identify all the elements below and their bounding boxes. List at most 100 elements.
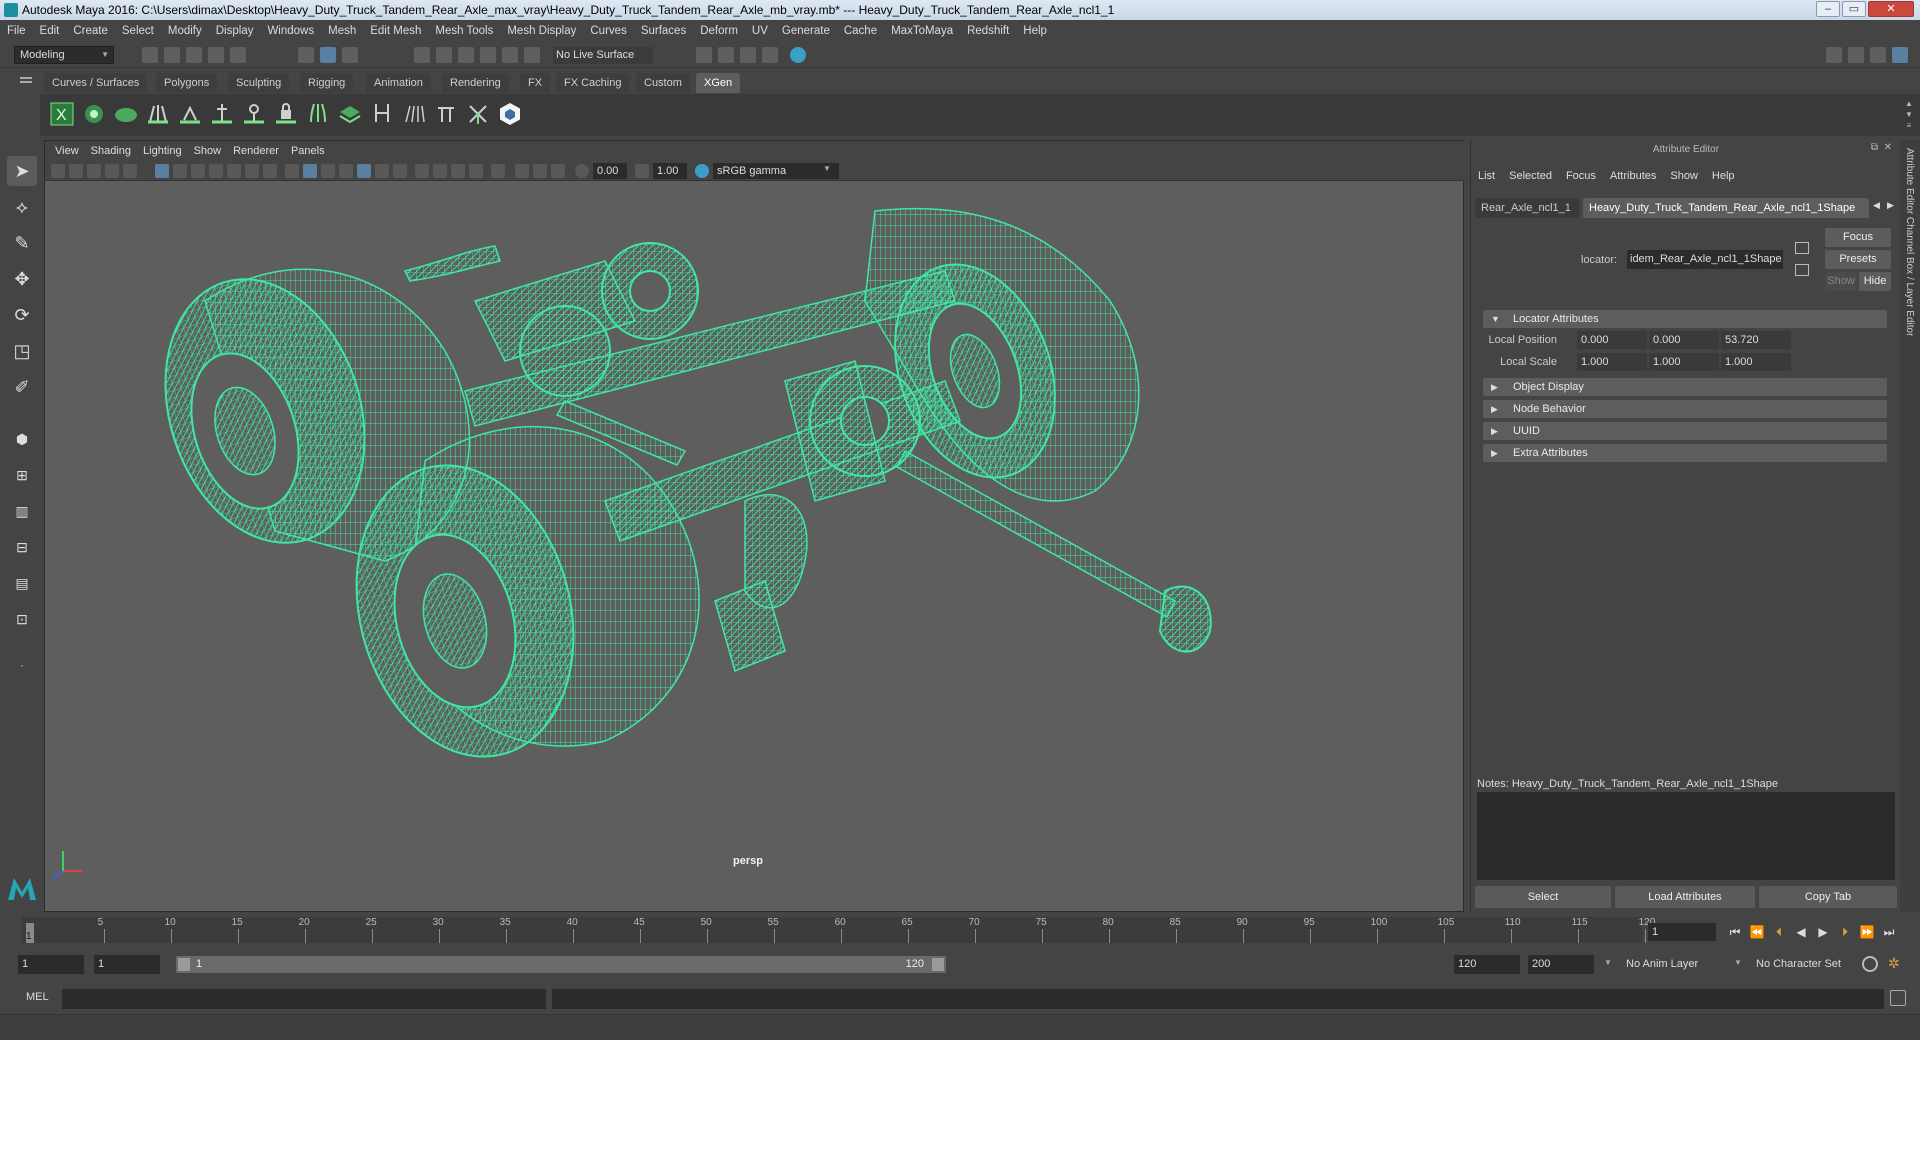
step-forward-frame-icon[interactable]: ⏵ — [1836, 923, 1854, 941]
xray-active-components-icon[interactable] — [551, 164, 565, 178]
input-connection-icon[interactable] — [1795, 242, 1809, 254]
channel-box-toggle-icon[interactable] — [1892, 47, 1908, 63]
tab-scroll-right-icon[interactable]: ▶ — [1887, 200, 1894, 211]
output-connection-icon[interactable] — [1795, 264, 1809, 276]
wireframe-on-shaded-icon[interactable] — [339, 164, 353, 178]
hide-button[interactable]: Hide — [1859, 272, 1891, 291]
section-object-display[interactable]: ▶ Object Display — [1483, 378, 1887, 396]
tab-fx-caching[interactable]: FX Caching — [556, 73, 630, 93]
hypershade-icon[interactable] — [790, 47, 806, 63]
gamma-field[interactable]: 1.00 — [653, 163, 687, 179]
menu-mesh-display[interactable]: Mesh Display — [507, 25, 576, 37]
last-tool-icon[interactable]: ✐ — [7, 372, 37, 402]
field-chart-icon[interactable] — [227, 164, 241, 178]
snap-surface-icon[interactable] — [502, 47, 518, 63]
paint-select-tool-icon[interactable]: ✎ — [7, 228, 37, 258]
shelf-scroll-icon[interactable]: ▲ ▼ ≡ — [1904, 98, 1914, 132]
local-scale-z[interactable]: 1.000 — [1721, 353, 1791, 371]
section-node-behavior[interactable]: ▶ Node Behavior — [1483, 400, 1887, 418]
menu-maxtomaya[interactable]: MaxToMaya — [891, 25, 953, 37]
menu-windows[interactable]: Windows — [267, 25, 314, 37]
current-frame-field[interactable]: 1 — [1648, 923, 1716, 941]
menu-mesh-tools[interactable]: Mesh Tools — [435, 25, 493, 37]
attribute-editor-toggle-icon[interactable] — [1848, 47, 1864, 63]
exposure-icon[interactable] — [575, 164, 589, 178]
select-object-icon[interactable] — [320, 47, 336, 63]
section-locator-attributes[interactable]: ▼ Locator Attributes — [1483, 310, 1887, 328]
save-scene-icon[interactable] — [186, 47, 202, 63]
mel-label[interactable]: MEL — [26, 991, 49, 1003]
ae-menu-help[interactable]: Help — [1712, 170, 1735, 182]
redo-icon[interactable] — [230, 47, 246, 63]
command-input[interactable] — [62, 989, 546, 1009]
motion-blur-icon[interactable] — [433, 164, 447, 178]
render-view-icon[interactable] — [696, 47, 712, 63]
ae-menu-attributes[interactable]: Attributes — [1610, 170, 1656, 182]
chevron-down-icon[interactable]: ▼ — [1604, 958, 1612, 967]
menu-help[interactable]: Help — [1023, 25, 1047, 37]
image-plane-icon[interactable] — [105, 164, 119, 178]
safe-title-icon[interactable] — [263, 164, 277, 178]
locator-name-field[interactable]: idem_Rear_Axle_ncl1_1Shape — [1627, 250, 1783, 269]
lock-guides-icon[interactable] — [272, 100, 300, 128]
notes-textarea[interactable] — [1477, 792, 1895, 880]
wireframe-icon[interactable] — [285, 164, 299, 178]
go-to-end-icon[interactable]: ⏭ — [1880, 923, 1898, 941]
load-attributes-button[interactable]: Load Attributes — [1615, 886, 1755, 908]
gate-mask-icon[interactable] — [209, 164, 223, 178]
cut-guides-icon[interactable] — [432, 100, 460, 128]
tab-sculpting[interactable]: Sculpting — [228, 73, 290, 93]
menu-select[interactable]: Select — [122, 25, 154, 37]
create-description-icon[interactable] — [80, 100, 108, 128]
exposure-field[interactable]: 0.00 — [593, 163, 627, 179]
tab-rendering[interactable]: Rendering — [442, 73, 509, 93]
anti-aliasing-icon[interactable] — [451, 164, 465, 178]
rotate-tool-icon[interactable]: ⟳ — [7, 300, 37, 330]
local-position-y[interactable]: 0.000 — [1649, 331, 1719, 349]
persp-graph-layout-icon[interactable]: ⊟ — [7, 532, 37, 562]
select-hierarchy-icon[interactable] — [298, 47, 314, 63]
anim-layer-dropdown[interactable]: No Anim Layer — [1622, 955, 1734, 974]
side-tab-strip[interactable]: Attribute Editor Channel Box / Layer Edi… — [1900, 140, 1920, 912]
close-panel-icon[interactable]: ✕ — [1884, 142, 1892, 153]
menu-file[interactable]: File — [7, 25, 26, 37]
chevron-down-icon[interactable]: ▼ — [823, 164, 831, 173]
xray-icon[interactable] — [515, 164, 529, 178]
section-extra-attributes[interactable]: ▶ Extra Attributes — [1483, 444, 1887, 462]
menu-display[interactable]: Display — [216, 25, 254, 37]
show-button[interactable]: Show — [1825, 272, 1857, 291]
snap-live-icon[interactable] — [524, 47, 540, 63]
convert-guides-icon[interactable] — [368, 100, 396, 128]
character-set-dropdown[interactable]: No Character Set — [1752, 955, 1864, 974]
chevron-down-icon[interactable]: ▼ — [1734, 958, 1742, 967]
tab-custom[interactable]: Custom — [636, 73, 690, 93]
groom-brush-icon[interactable] — [400, 100, 428, 128]
play-forward-icon[interactable]: ▶ — [1814, 923, 1832, 941]
tab-rigging[interactable]: Rigging — [300, 73, 354, 93]
local-position-x[interactable]: 0.000 — [1577, 331, 1647, 349]
modeling-toolkit-icon[interactable] — [1826, 47, 1842, 63]
side-tab-labels[interactable]: Attribute Editor Channel Box / Layer Edi… — [1904, 148, 1915, 336]
local-scale-x[interactable]: 1.000 — [1577, 353, 1647, 371]
render-settings-icon[interactable] — [762, 47, 778, 63]
shelf-menu-icon[interactable] — [20, 77, 32, 79]
color-management-icon[interactable] — [695, 164, 709, 178]
playback-start-field[interactable]: 1 — [94, 955, 160, 974]
gamma-icon[interactable] — [635, 164, 649, 178]
guide-length-icon[interactable] — [240, 100, 268, 128]
ipr-render-icon[interactable] — [740, 47, 756, 63]
play-backward-icon[interactable]: ◀ — [1792, 923, 1810, 941]
undo-icon[interactable] — [208, 47, 224, 63]
script-editor-icon[interactable] — [1890, 990, 1906, 1006]
scale-tool-icon[interactable]: ◳ — [7, 336, 37, 366]
ae-menu-show[interactable]: Show — [1670, 170, 1698, 182]
default-material-icon[interactable] — [321, 164, 335, 178]
playback-end-field[interactable]: 120 — [1454, 955, 1520, 974]
animation-end-field[interactable]: 200 — [1528, 955, 1594, 974]
guide-curves-icon[interactable] — [304, 100, 332, 128]
use-all-lights-icon[interactable] — [375, 164, 389, 178]
snap-plane-icon[interactable] — [480, 47, 496, 63]
delete-description-icon[interactable] — [464, 100, 492, 128]
menu-set-dropdown[interactable]: Modeling — [14, 46, 114, 64]
menu-curves[interactable]: Curves — [590, 25, 626, 37]
